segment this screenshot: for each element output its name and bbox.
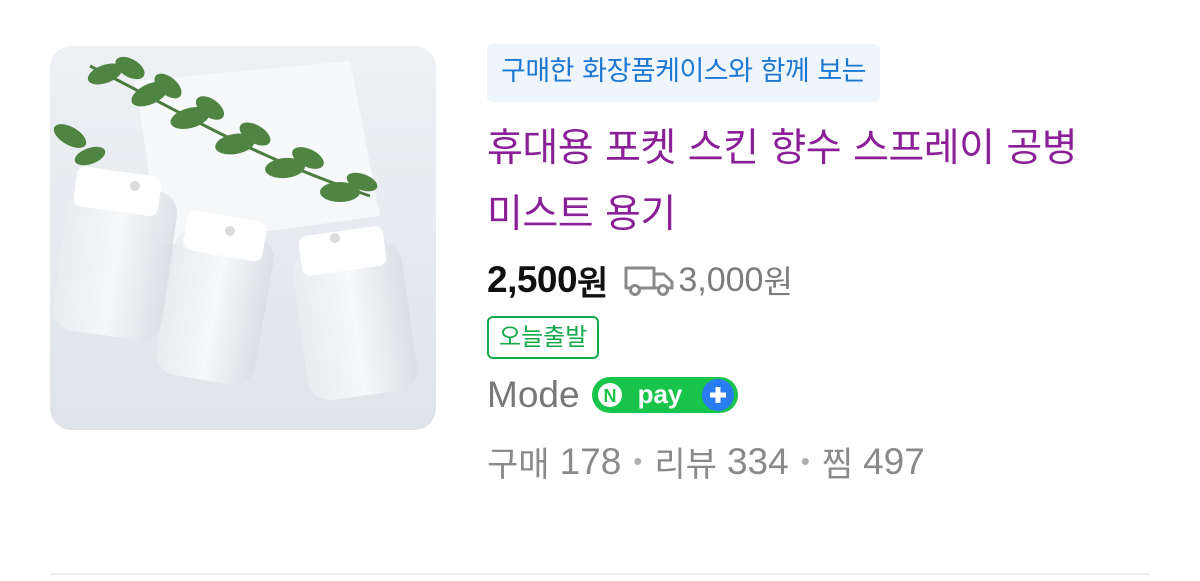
price-unit: 원 [577,263,609,304]
product-stats: 구매 178 • 리뷰 334 • 찜 497 [487,437,1167,486]
npay-label: pay [637,379,682,409]
product-title[interactable]: 휴대용 포켓 스킨 향수 스프레이 공병 미스트 용기 [487,116,1157,248]
today-shipping-badge: 오늘출발 [487,316,600,359]
wish-label[interactable]: 찜 [822,437,853,486]
review-label[interactable]: 리뷰 [654,437,717,486]
promo-banner[interactable]: 구매한 화장품케이스와 함께 보는 [487,44,881,102]
product-info: 구매한 화장품케이스와 함께 보는 휴대용 포켓 스킨 향수 스프레이 공병 미… [487,44,1167,486]
seller-name[interactable]: Mode [487,374,580,416]
purchase-label: 구매 [487,445,550,485]
price-row: 2,500 원 3,000 원 [487,256,1167,304]
shipping-unit: 원 [763,263,793,301]
npay-plus-icon: N pay [591,375,738,415]
separator-dot: • [633,446,643,476]
wish-count[interactable]: 497 [863,441,925,483]
seller-row: Mode N pay [487,371,1167,419]
shipping-fee: 3,000 [678,260,764,299]
purchase-count: 178 [559,440,622,482]
svg-text:N: N [603,386,616,406]
product-card[interactable]: 구매한 화장품케이스와 함께 보는 휴대용 포켓 스킨 향수 스프레이 공병 미… [0,0,1200,581]
truck-icon [622,260,676,300]
product-price: 2,500 [487,259,578,300]
separator-dot: • [800,446,810,476]
divider [50,573,1150,575]
product-thumbnail-image [50,46,436,430]
product-thumbnail[interactable] [50,46,436,430]
review-count[interactable]: 334 [727,441,789,483]
